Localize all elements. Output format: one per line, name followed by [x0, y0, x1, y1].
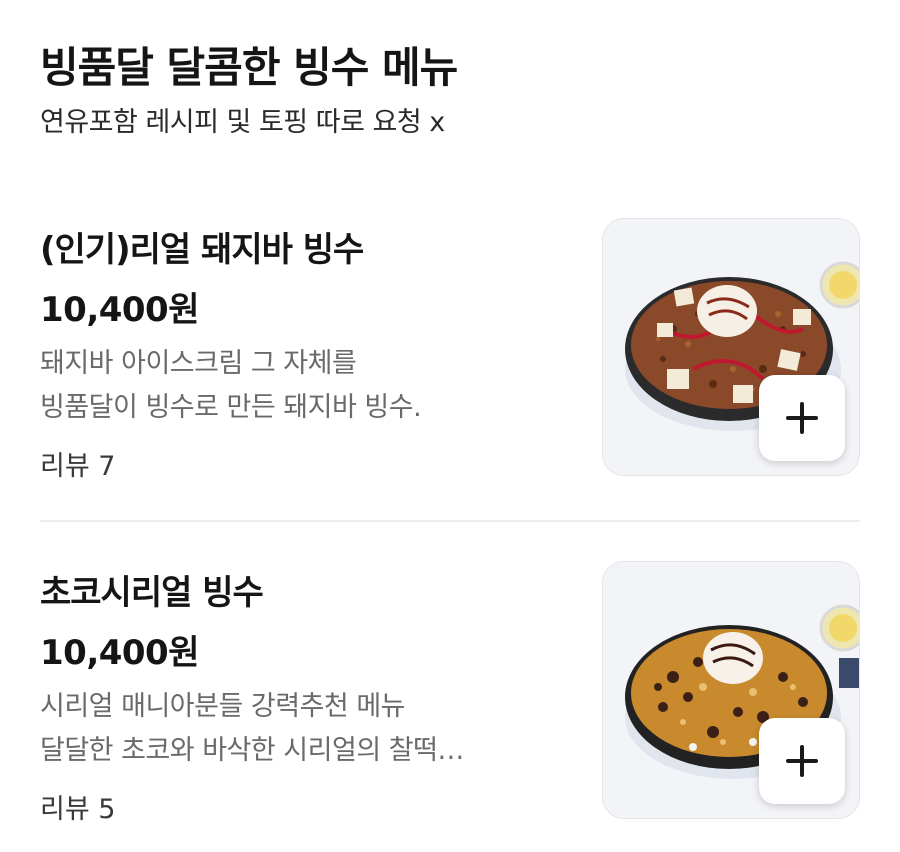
section-title: 빙품달 달콤한 빙수 메뉴	[40, 43, 458, 92]
plus-icon	[786, 745, 818, 777]
menu-item-name: (인기)리얼 돼지바 빙수	[40, 230, 364, 270]
add-to-cart-button[interactable]	[759, 375, 845, 461]
description-line: 돼지바 아이스크림 그 자체를	[40, 348, 357, 379]
menu-item-review-count[interactable]: 리뷰 7	[40, 444, 115, 483]
menu-item-price: 10,400원	[40, 290, 199, 330]
menu-item-review-count[interactable]: 리뷰 5	[40, 787, 115, 826]
menu-item[interactable]: (인기)리얼 돼지바 빙수 10,400원 돼지바 아이스크림 그 자체를 빙품…	[40, 218, 860, 482]
menu-item-image[interactable]	[602, 561, 860, 819]
menu-item-description: 시리얼 매니아분들 강력추천 메뉴 달달한 초코와 바삭한 시리얼의 찰떡…	[40, 685, 580, 773]
plus-icon	[786, 402, 818, 434]
menu-item-price: 10,400원	[40, 633, 199, 673]
menu-item-description: 돼지바 아이스크림 그 자체를 빙품달이 빙수로 만든 돼지바 빙수.	[40, 342, 580, 430]
add-to-cart-button[interactable]	[759, 718, 845, 804]
description-line: 시리얼 매니아분들 강력추천 메뉴	[40, 691, 406, 722]
section-subtitle: 연유포함 레시피 및 토핑 따로 요청 x	[40, 107, 445, 138]
menu-item-image[interactable]	[602, 218, 860, 476]
menu-page: 빙품달 달콤한 빙수 메뉴 연유포함 레시피 및 토핑 따로 요청 x (인기)…	[0, 0, 900, 852]
description-line: 빙품달이 빙수로 만든 돼지바 빙수.	[40, 392, 422, 423]
menu-item-name: 초코시리얼 빙수	[40, 573, 264, 613]
description-line: 달달한 초코와 바삭한 시리얼의 찰떡…	[40, 735, 464, 766]
divider	[40, 520, 860, 522]
menu-item[interactable]: 초코시리얼 빙수 10,400원 시리얼 매니아분들 강력추천 메뉴 달달한 초…	[40, 561, 860, 825]
